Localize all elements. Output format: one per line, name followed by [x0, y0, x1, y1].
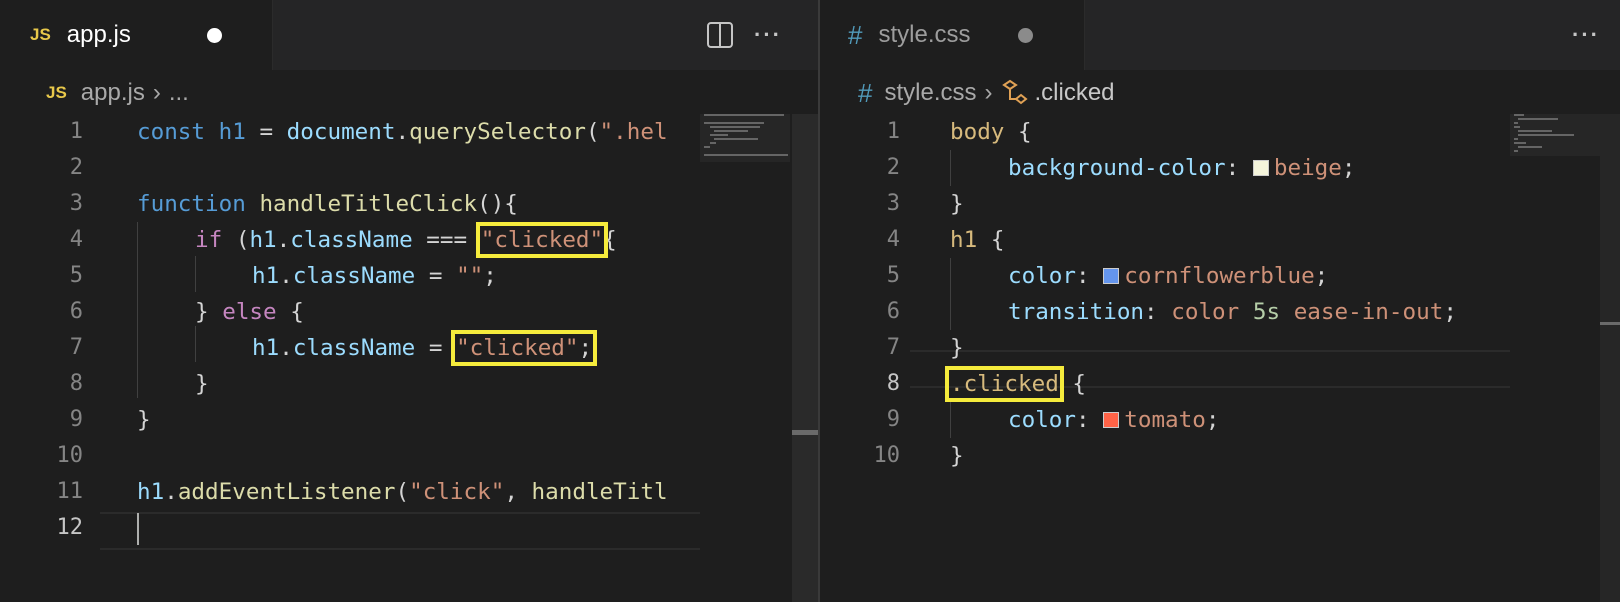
highlight-box: "clicked" [475, 222, 609, 258]
line-number: 6 [69, 299, 83, 324]
css-file-icon: # [848, 19, 863, 50]
css-line-5: color: cornflowerblue; [1008, 263, 1329, 289]
tab-label: app.js [66, 21, 131, 48]
code-editor-app-js[interactable]: 1 2 3 4 5 6 7 8 9 10 11 12 const h1 = do… [0, 114, 818, 602]
breadcrumb-selector[interactable]: .clicked [1034, 79, 1114, 107]
minimap[interactable] [1510, 114, 1600, 602]
css-line-8: .clicked { [945, 366, 1087, 402]
unsaved-dot-icon[interactable] [1018, 28, 1033, 43]
line-number-current: 8 [886, 371, 900, 396]
line-number: 4 [886, 227, 900, 252]
indent-guide [950, 402, 951, 438]
line-number: 2 [69, 155, 83, 180]
line-number: 2 [886, 155, 900, 180]
line-number: 5 [69, 263, 83, 288]
editor-group-left: JS app.js ··· JS app.js › ... 1 2 3 4 5 … [0, 0, 818, 602]
chevron-right-icon: › [984, 79, 993, 106]
code-line-5: h1.className = ""; [252, 263, 497, 289]
line-number: 7 [69, 335, 83, 360]
code-line-8: } [195, 371, 209, 397]
tab-bar: # style.css ··· [820, 0, 1620, 70]
line-number: 4 [69, 227, 83, 252]
color-swatch-tomato[interactable] [1103, 412, 1120, 428]
highlight-box: "clicked"; [451, 330, 598, 366]
highlight-box: .clicked [945, 366, 1064, 402]
css-line-4: h1 { [950, 227, 1005, 253]
scrollbar-thumb[interactable] [792, 430, 818, 435]
tab-bar: JS app.js ··· [0, 0, 818, 70]
color-swatch-cornflowerblue[interactable] [1103, 268, 1120, 284]
more-actions-icon[interactable]: ··· [1572, 22, 1600, 48]
breadcrumb: # style.css › .clicked [820, 72, 1620, 114]
css-line-7: } [950, 335, 964, 361]
css-line-1: body { [950, 119, 1032, 145]
editor-actions: ··· [706, 0, 782, 70]
line-number: 11 [56, 479, 84, 504]
indent-guide [950, 258, 951, 330]
minimap-slider[interactable] [700, 114, 790, 162]
indent-guide [195, 256, 196, 292]
line-number: 10 [873, 443, 901, 468]
code-line-3: function handleTitleClick(){ [137, 191, 518, 217]
code-editor-style-css[interactable]: 1 2 3 4 5 6 7 8 9 10 body { background-c… [820, 114, 1620, 602]
tab-app-js[interactable]: JS app.js [0, 0, 273, 70]
code-line-4: if (h1.className === "clicked"{ [195, 222, 617, 258]
editor-actions: ··· [1572, 0, 1600, 70]
indent-guide [950, 150, 951, 186]
line-number: 3 [886, 191, 900, 216]
tab-style-css[interactable]: # style.css [820, 0, 1085, 70]
line-number: 8 [69, 371, 83, 396]
code-line-1: const h1 = document.querySelector(".hel [137, 119, 668, 145]
breadcrumb-file[interactable]: app.js [81, 79, 145, 107]
vertical-scrollbar[interactable] [1600, 114, 1620, 602]
more-actions-icon[interactable]: ··· [754, 22, 782, 48]
tab-label: style.css [878, 21, 971, 48]
line-number: 7 [886, 335, 900, 360]
css-line-10: } [950, 443, 964, 469]
breadcrumb-more[interactable]: ... [169, 79, 189, 107]
current-line-highlight [100, 512, 700, 550]
javascript-file-icon: JS [46, 83, 67, 102]
code-line-9: } [137, 407, 151, 433]
indent-guide [195, 326, 196, 362]
code-line-6: } else { [195, 299, 304, 325]
text-cursor [137, 513, 139, 545]
code-line-7: h1.className = "clicked"; [252, 330, 598, 366]
minimap[interactable] [700, 114, 790, 602]
javascript-file-icon: JS [30, 25, 51, 44]
line-number: 5 [886, 263, 900, 288]
editor-group-right: # style.css ··· # style.css › .clicked 1… [820, 0, 1620, 602]
minimap-slider[interactable] [1510, 114, 1600, 156]
code-line-11: h1.addEventListener("click", handleTitl [137, 479, 668, 505]
chevron-right-icon: › [152, 79, 161, 106]
css-file-icon: # [858, 77, 873, 108]
css-line-2: background-color: beige; [1008, 155, 1356, 181]
color-swatch-beige[interactable] [1252, 160, 1269, 176]
css-line-6: transition: color 5s ease-in-out; [1008, 299, 1457, 325]
unsaved-dot-icon[interactable] [207, 28, 222, 43]
css-line-3: } [950, 191, 964, 217]
indent-guide [137, 222, 138, 398]
line-number: 9 [69, 407, 83, 432]
breadcrumb: JS app.js › ... [0, 72, 818, 114]
line-number: 6 [886, 299, 900, 324]
line-number: 1 [886, 119, 900, 144]
line-number-current: 12 [56, 515, 84, 540]
line-number: 1 [69, 119, 83, 144]
scrollbar-thumb[interactable] [1600, 322, 1620, 325]
breadcrumb-file[interactable]: style.css [884, 79, 976, 107]
line-number: 9 [886, 407, 900, 432]
vertical-scrollbar[interactable] [792, 114, 818, 602]
css-line-9: color: tomato; [1008, 407, 1220, 433]
line-number: 10 [56, 443, 84, 468]
selector-icon [1002, 79, 1029, 105]
split-editor-icon[interactable] [706, 21, 734, 49]
line-number: 3 [69, 191, 83, 216]
